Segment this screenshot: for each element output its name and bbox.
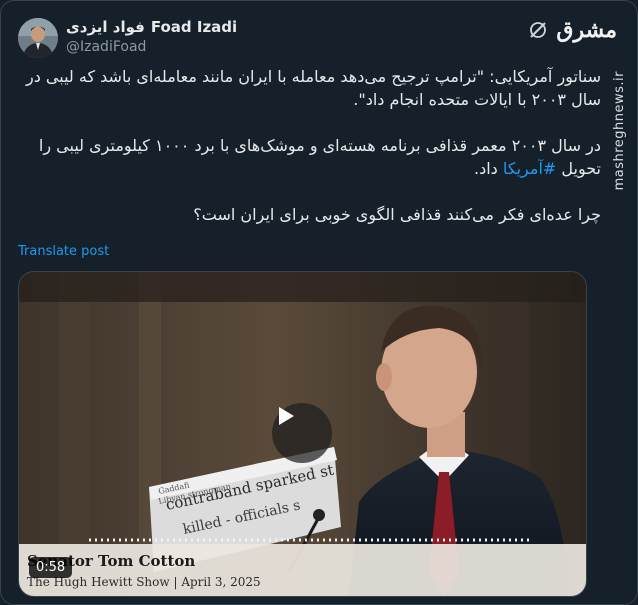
author-name: Foad Izadi: [150, 18, 238, 36]
avatar-portrait: [18, 18, 58, 58]
tweet-paragraph-2: در سال ۲۰۰۳ معمر قذافی برنامه هسته‌ای و …: [18, 134, 601, 180]
tweet-paragraph-1: سناتور آمریکایی: "ترامپ ترجیح می‌دهد معا…: [25, 67, 601, 109]
hashtag-link[interactable]: #آمریکا: [503, 159, 556, 178]
author-avatar[interactable]: [18, 18, 58, 58]
play-button[interactable]: [272, 403, 332, 463]
grok-icon[interactable]: [528, 20, 548, 40]
tweet-paragraph-2-end: داد.: [474, 159, 503, 178]
video-duration: 0:58: [29, 557, 73, 578]
mashregh-logo: مشرق: [556, 17, 617, 43]
header-logo-area: مشرق: [528, 17, 617, 43]
tweet-card: فواد ایزدی Foad Izadi @IzadiFoad مشرق ma…: [0, 0, 638, 605]
site-watermark: mashreghnews.ir: [612, 71, 627, 191]
tweet-paragraph-3: چرا عده‌ای فکر می‌کنند قذافی الگوی خوبی …: [193, 205, 601, 224]
play-icon: [279, 407, 294, 425]
tweet-text: سناتور آمریکایی: "ترامپ ترجیح می‌دهد معا…: [18, 65, 601, 226]
translate-post-link[interactable]: Translate post: [18, 244, 109, 259]
author-name-fa: فواد ایزدی: [66, 18, 145, 36]
video-player[interactable]: contraband sparked st killed - officials…: [18, 271, 587, 597]
author-handle[interactable]: @IzadiFoad: [66, 39, 146, 55]
author-name-row[interactable]: فواد ایزدی Foad Izadi: [66, 18, 237, 36]
